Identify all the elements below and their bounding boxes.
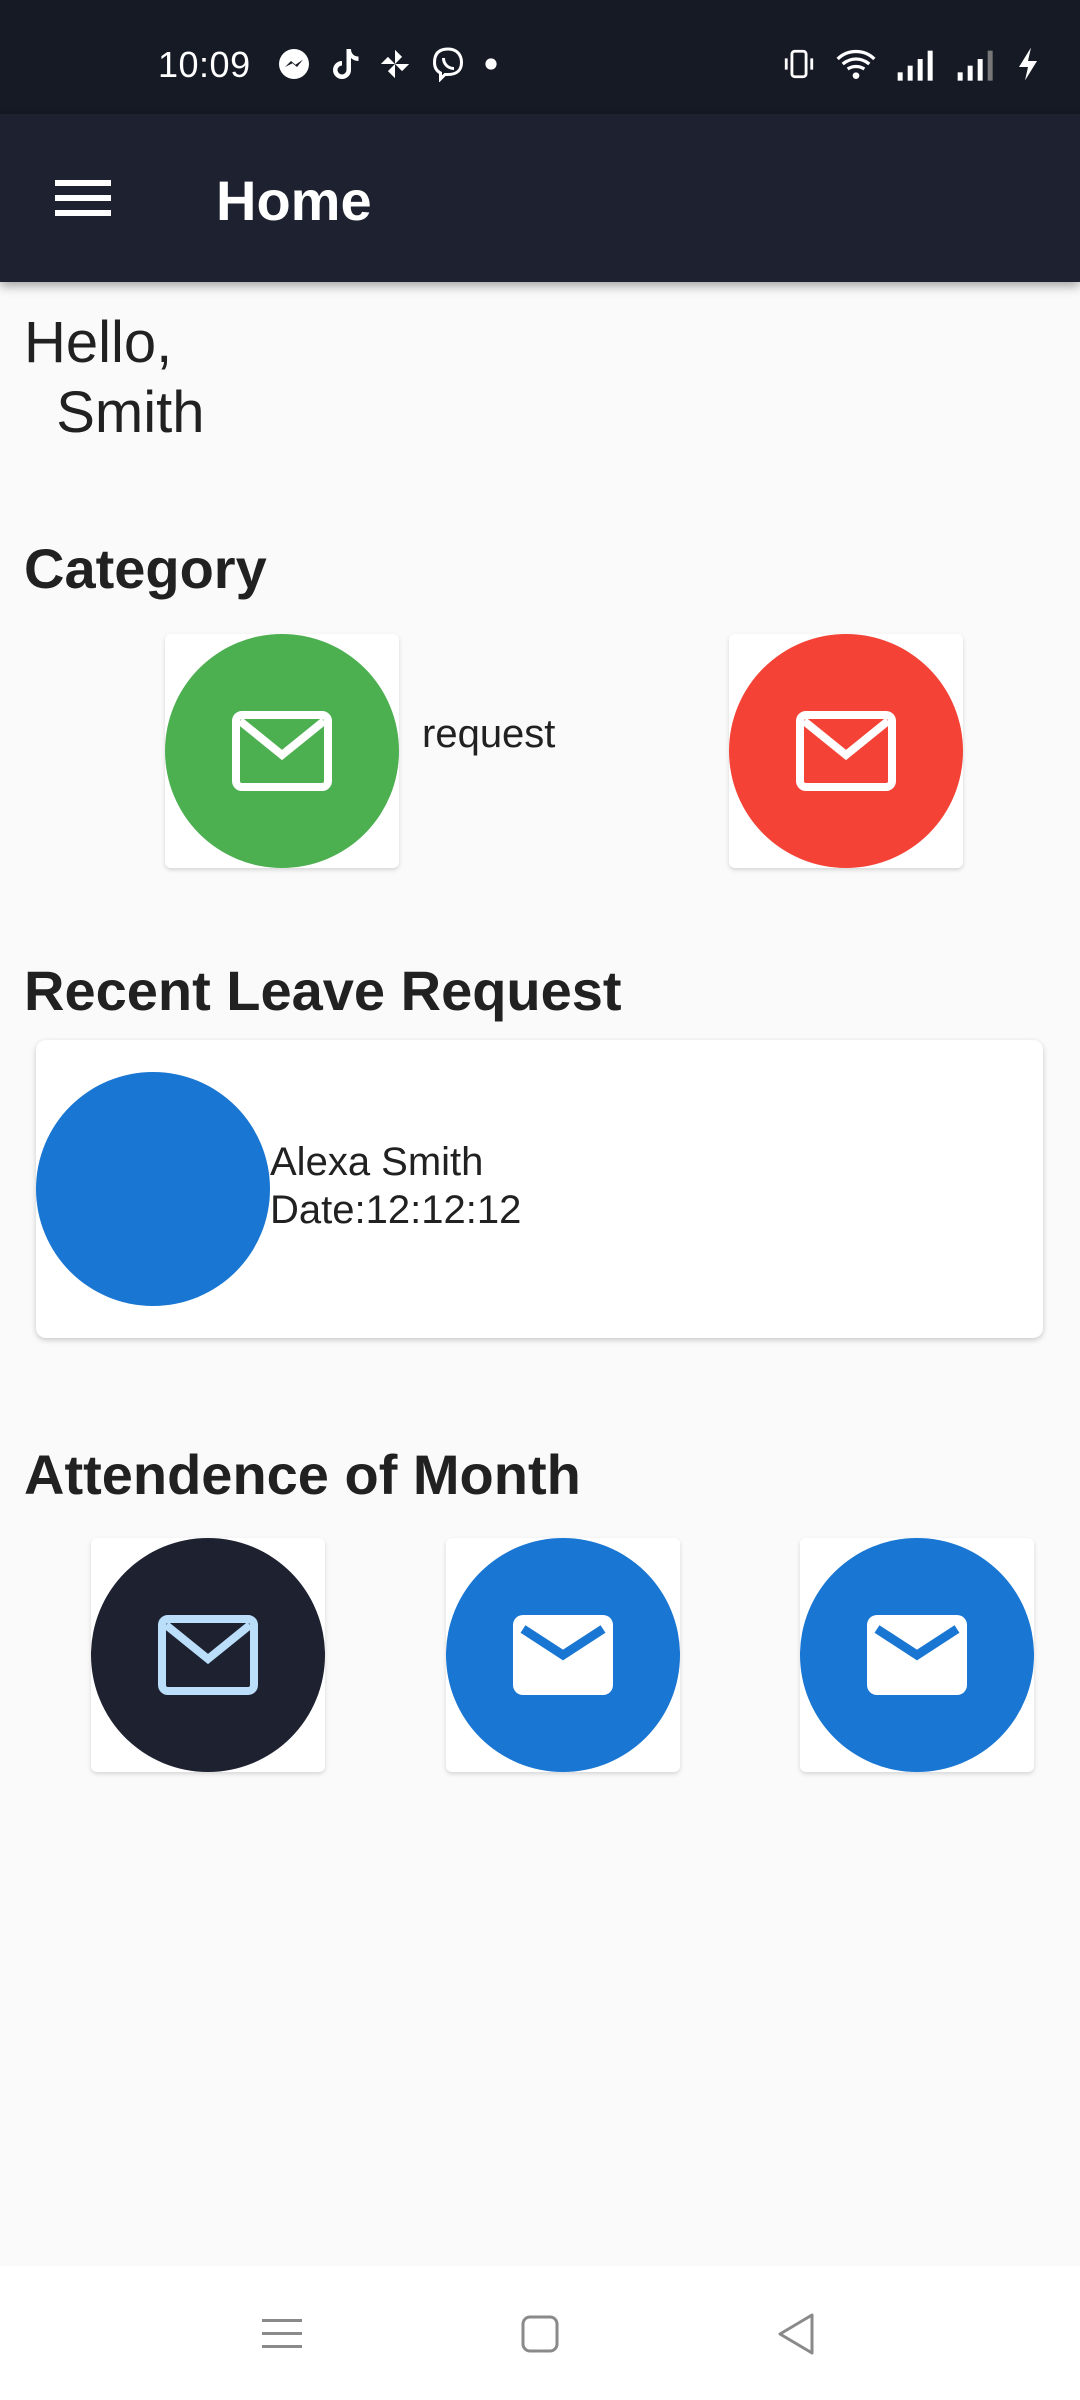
- back-icon: [778, 2313, 814, 2355]
- menu-button[interactable]: [38, 154, 128, 242]
- viber-icon: [432, 47, 464, 82]
- system-icons: [782, 46, 1040, 82]
- page-title: Home: [216, 169, 372, 232]
- leave-request-info: Alexa Smith Date:12:12:12: [270, 1138, 521, 1234]
- back-button[interactable]: [766, 2304, 826, 2364]
- mail-icon: [513, 1615, 613, 1695]
- signal-icon: [957, 50, 993, 81]
- avatar: [36, 1072, 270, 1306]
- recent-leave-title: Recent Leave Request: [24, 959, 622, 1022]
- category-icon-circle: [165, 634, 399, 868]
- vibrate-icon: [784, 49, 814, 79]
- category-card-2[interactable]: [729, 634, 963, 868]
- leave-request-date: Date:12:12:12: [270, 1188, 522, 1232]
- attendance-icon-circle: [91, 1538, 325, 1772]
- recents-button[interactable]: [252, 2304, 312, 2364]
- status-time: 10:09: [158, 44, 251, 85]
- attendance-card-3[interactable]: [800, 1538, 1034, 1772]
- category-card-request[interactable]: [165, 634, 399, 868]
- signal-icon: [897, 50, 933, 81]
- app-bar: Home: [0, 114, 1080, 282]
- mail-icon: [796, 711, 896, 791]
- greeting-text: Hello, Smith: [24, 310, 205, 445]
- recents-icon: [262, 2319, 302, 2348]
- pinwheel-icon: [380, 49, 410, 79]
- dot-icon: [485, 58, 497, 70]
- category-title: Category: [24, 537, 267, 600]
- messenger-icon: [279, 49, 309, 79]
- home-button[interactable]: [510, 2304, 570, 2364]
- attendance-icon-circle: [446, 1538, 680, 1772]
- attendance-title: Attendence of Month: [24, 1443, 581, 1506]
- mail-icon: [867, 1615, 967, 1695]
- category-label: request: [422, 712, 556, 756]
- mail-icon: [158, 1615, 258, 1695]
- category-icon-circle: [729, 634, 963, 868]
- home-icon: [521, 2315, 559, 2353]
- attendance-icon-circle: [800, 1538, 1034, 1772]
- attendance-card-2[interactable]: [446, 1538, 680, 1772]
- status-bar: 10:09: [0, 0, 1080, 114]
- leave-request-name: Alexa Smith: [270, 1140, 484, 1184]
- system-nav-bar: [0, 2266, 1080, 2400]
- charging-icon: [1019, 47, 1037, 81]
- notification-icons: [276, 46, 498, 82]
- leave-request-card[interactable]: Alexa Smith Date:12:12:12: [36, 1040, 1043, 1338]
- mail-icon: [232, 711, 332, 791]
- tiktok-icon: [333, 49, 359, 79]
- attendance-card-1[interactable]: [91, 1538, 325, 1772]
- wifi-icon: [836, 49, 876, 79]
- hamburger-menu-icon: [55, 180, 111, 216]
